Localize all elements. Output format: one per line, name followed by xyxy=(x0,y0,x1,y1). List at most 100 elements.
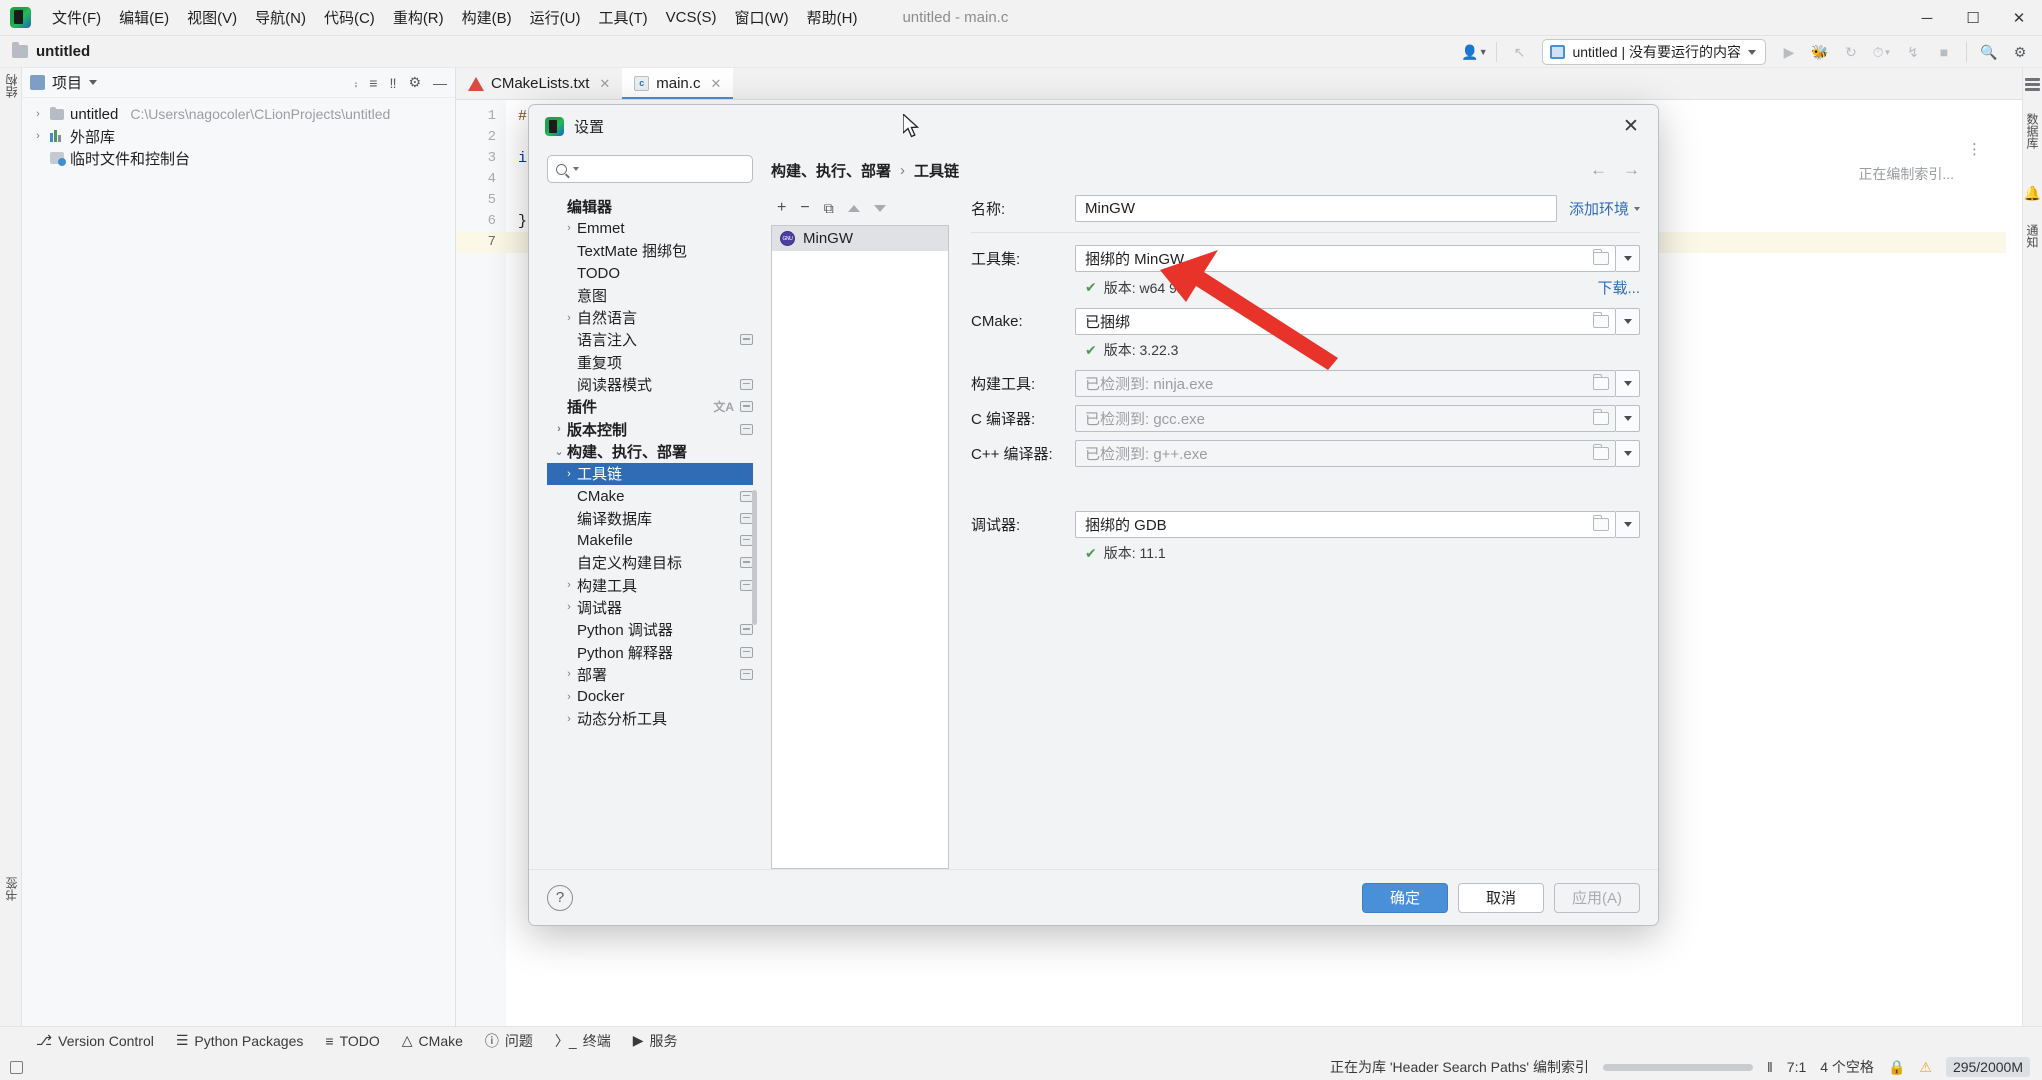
menu-build[interactable]: 构建(B) xyxy=(453,3,521,32)
nav-back-icon[interactable]: ← xyxy=(1590,160,1607,180)
settings-tree-scrollbar[interactable] xyxy=(752,490,757,625)
tool-button-python-packages[interactable]: ☰ Python Packages xyxy=(176,1032,304,1049)
cxx-compiler-dropdown-button[interactable] xyxy=(1616,440,1640,467)
close-icon[interactable]: ✕ xyxy=(599,76,610,92)
browse-folder-icon[interactable] xyxy=(1593,518,1609,531)
caret-position[interactable]: 7:1 xyxy=(1787,1059,1806,1075)
profile-button[interactable]: ⏱▼ xyxy=(1868,39,1896,65)
tab-cmakelists[interactable]: CMakeLists.txt ✕ xyxy=(456,68,622,99)
maximize-button[interactable]: ☐ xyxy=(1950,0,1996,36)
indent-setting[interactable]: 4 个空格 xyxy=(1820,1057,1874,1077)
notifications-bell-icon[interactable]: 🔔 xyxy=(2024,185,2041,202)
tree-node-scratches[interactable]: 临时文件和控制台 xyxy=(22,147,455,169)
settings-item-dynamic-analysis-tools[interactable]: › 动态分析工具 xyxy=(547,708,753,730)
settings-item-custom-build-targets[interactable]: 自定义构建目标 xyxy=(547,552,753,574)
tool-button-todo[interactable]: ≡ TODO xyxy=(325,1033,379,1049)
browse-folder-icon[interactable] xyxy=(1593,412,1609,425)
user-account-icon[interactable]: 👤▼ xyxy=(1460,39,1488,65)
settings-search-box[interactable] xyxy=(547,155,753,183)
menu-view[interactable]: 视图(V) xyxy=(178,3,246,32)
expand-all-icon[interactable]: ≡ xyxy=(369,75,377,91)
locate-file-icon[interactable]: ⨾ xyxy=(354,74,357,91)
browse-folder-icon[interactable] xyxy=(1593,315,1609,328)
build-tool-dropdown-button[interactable] xyxy=(1616,370,1640,397)
settings-item-version-control[interactable]: › 版本控制 xyxy=(547,418,753,440)
close-icon[interactable]: ✕ xyxy=(710,76,721,92)
build-tool-input[interactable]: 已检测到: ninja.exe xyxy=(1075,370,1616,397)
run-button[interactable]: ▶ xyxy=(1775,39,1803,65)
debugger-dropdown-button[interactable] xyxy=(1616,511,1640,538)
remove-toolchain-button[interactable]: − xyxy=(800,199,809,217)
cancel-button[interactable]: 取消 xyxy=(1458,883,1544,913)
chevron-down-icon[interactable] xyxy=(573,167,579,171)
chevron-right-icon[interactable]: › xyxy=(561,713,577,725)
tool-button-cmake[interactable]: △ CMake xyxy=(402,1032,463,1049)
add-toolchain-button[interactable]: + xyxy=(777,199,786,217)
menu-run[interactable]: 运行(U) xyxy=(521,3,590,32)
toolset-dropdown-button[interactable] xyxy=(1616,245,1640,272)
toolchain-list[interactable]: MinGW xyxy=(771,225,949,869)
settings-item-makefile[interactable]: Makefile xyxy=(547,529,753,551)
right-tab-notifications[interactable]: 通知 xyxy=(2021,218,2042,254)
ok-button[interactable]: 确定 xyxy=(1362,883,1448,913)
help-button[interactable]: ? xyxy=(547,885,573,911)
tab-main-c[interactable]: c main.c ✕ xyxy=(622,68,733,99)
name-input[interactable]: MinGW xyxy=(1075,195,1557,222)
settings-item-textmate[interactable]: TextMate 捆绑包 xyxy=(547,240,753,262)
run-with-coverage-button[interactable]: ↻ xyxy=(1837,39,1865,65)
update-project-icon[interactable]: ↖ xyxy=(1505,39,1533,65)
settings-item-python-interpreter[interactable]: Python 解释器 xyxy=(547,641,753,663)
settings-item-emmet[interactable]: › Emmet xyxy=(547,217,753,239)
cmake-dropdown-button[interactable] xyxy=(1616,308,1640,335)
left-tab-structure[interactable]: 结构 xyxy=(0,68,23,104)
c-compiler-input[interactable]: 已检测到: gcc.exe xyxy=(1075,405,1616,432)
settings-item-duplicates[interactable]: 重复项 xyxy=(547,351,753,373)
right-tab-database[interactable]: 数据库 xyxy=(2021,107,2042,155)
move-up-icon[interactable] xyxy=(848,205,860,212)
apply-button[interactable]: 应用(A) xyxy=(1554,883,1640,913)
menu-file[interactable]: 文件(F) xyxy=(43,3,110,32)
settings-item-natural-languages[interactable]: › 自然语言 xyxy=(547,306,753,328)
browse-folder-icon[interactable] xyxy=(1593,252,1609,265)
settings-item-reader-mode[interactable]: 阅读器模式 xyxy=(547,373,753,395)
dialog-close-button[interactable]: ✕ xyxy=(1614,111,1648,141)
copy-toolchain-button[interactable]: ⧉ xyxy=(824,200,834,217)
settings-item-toolchains[interactable]: › 工具链 xyxy=(547,463,753,485)
toolset-input[interactable]: 捆绑的 MinGW xyxy=(1075,245,1616,272)
menu-window[interactable]: 窗口(W) xyxy=(725,3,797,32)
toolchain-item-mingw[interactable]: MinGW xyxy=(772,226,948,251)
move-down-icon[interactable] xyxy=(874,205,886,212)
close-button[interactable]: ✕ xyxy=(1996,0,2042,36)
memory-indicator[interactable]: 295/2000M xyxy=(1946,1057,2030,1077)
settings-gear-icon[interactable]: ⚙ xyxy=(2006,39,2034,65)
minimize-button[interactable]: ─ xyxy=(1904,0,1950,36)
settings-item-compilation-database[interactable]: 编译数据库 xyxy=(547,507,753,529)
show-tool-windows-icon[interactable] xyxy=(10,1061,23,1074)
debugger-input[interactable]: 捆绑的 GDB xyxy=(1075,511,1616,538)
warning-icon[interactable]: ⚠ xyxy=(1919,1059,1932,1076)
search-everywhere-icon[interactable]: 🔍 xyxy=(1975,39,2003,65)
chevron-right-icon[interactable]: › xyxy=(561,222,577,234)
pause-indexing-icon[interactable]: ‖ xyxy=(1767,1059,1773,1075)
menu-edit[interactable]: 编辑(E) xyxy=(110,3,178,32)
chevron-right-icon[interactable]: › xyxy=(32,108,44,120)
chevron-right-icon[interactable]: › xyxy=(551,423,567,435)
menu-refactor[interactable]: 重构(R) xyxy=(384,3,453,32)
lock-icon[interactable]: 🔒 xyxy=(1888,1059,1905,1076)
tree-node-untitled[interactable]: › untitled C:\Users\nagocoler\CLionProje… xyxy=(22,103,455,125)
settings-item-editor[interactable]: 编辑器 xyxy=(547,195,753,217)
settings-item-cmake[interactable]: CMake xyxy=(547,485,753,507)
project-view-chevron-icon[interactable] xyxy=(89,80,97,85)
tool-button-terminal[interactable]: 〉_ 终端 xyxy=(555,1031,611,1051)
c-compiler-dropdown-button[interactable] xyxy=(1616,405,1640,432)
database-icon[interactable] xyxy=(2025,78,2040,91)
tool-button-version-control[interactable]: ⎇ Version Control xyxy=(36,1032,154,1049)
settings-item-todo[interactable]: TODO xyxy=(547,262,753,284)
settings-item-intentions[interactable]: 意图 xyxy=(547,284,753,306)
menu-code[interactable]: 代码(C) xyxy=(315,3,384,32)
editor-more-options-icon[interactable]: ⋮ xyxy=(1967,140,1982,158)
menu-navigate[interactable]: 导航(N) xyxy=(246,3,315,32)
add-environment-link[interactable]: 添加环境 xyxy=(1569,198,1640,219)
chevron-right-icon[interactable]: › xyxy=(561,691,577,703)
cmake-input[interactable]: 已捆绑 xyxy=(1075,308,1616,335)
